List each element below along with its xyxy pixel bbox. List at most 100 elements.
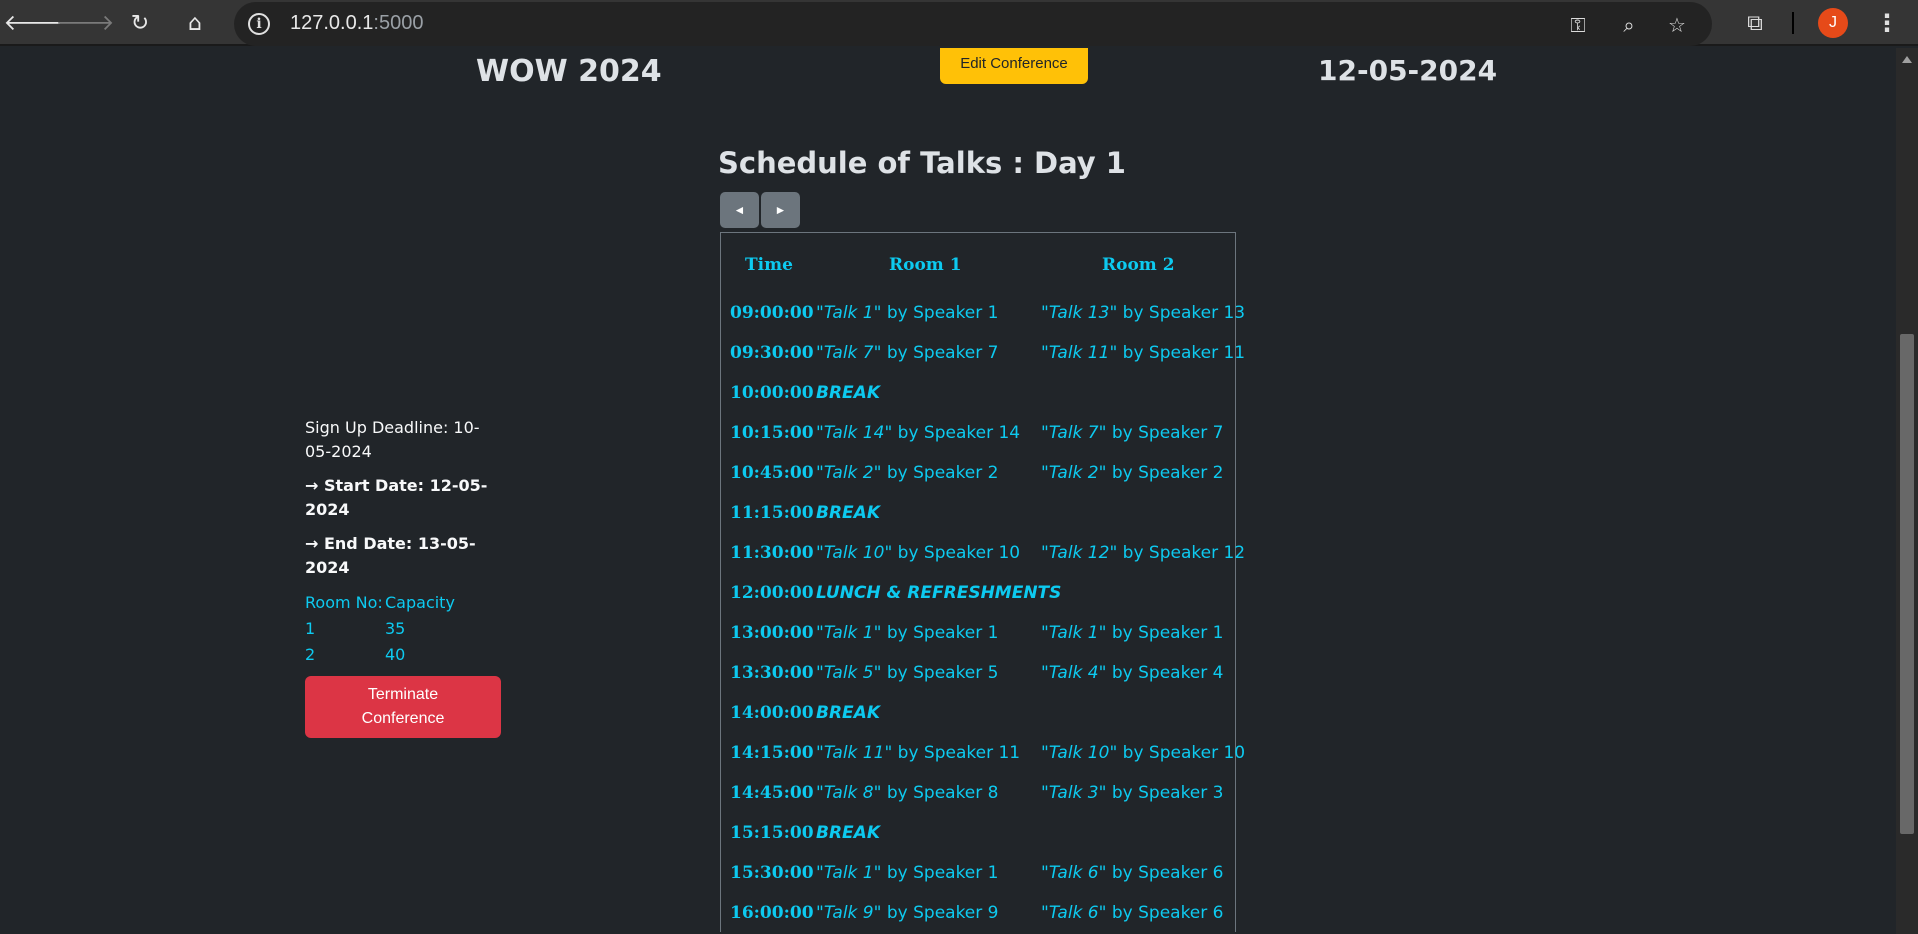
- page-content: WOW 2024 Edit Conference 12-05-2024 Sche…: [0, 48, 1896, 934]
- scroll-up-arrow-icon[interactable]: [1902, 56, 1912, 63]
- talk-title[interactable]: "Talk 1": [1041, 623, 1106, 643]
- time-cell: 15:15:00: [730, 823, 814, 843]
- speaker-name: by Speaker 2: [1106, 463, 1224, 483]
- next-day-button[interactable]: ►: [761, 192, 800, 228]
- reload-icon[interactable]: ↻: [123, 6, 157, 40]
- edit-conference-button[interactable]: Edit Conference: [940, 48, 1088, 84]
- talk-title[interactable]: "Talk 1": [816, 303, 881, 323]
- speaker-name: by Speaker 1: [1106, 623, 1224, 643]
- time-cell: 13:00:00: [730, 623, 814, 643]
- site-info-icon[interactable]: i: [248, 13, 270, 35]
- speaker-name: by Speaker 5: [881, 663, 999, 683]
- room-1-cell: "Talk 9" by Speaker 9: [816, 903, 998, 923]
- speaker-name: by Speaker 1: [881, 863, 999, 883]
- talk-title[interactable]: "Talk 11": [1041, 343, 1117, 363]
- talk-title[interactable]: "Talk 4": [1041, 663, 1106, 683]
- password-key-icon[interactable]: ⚿: [1563, 10, 1593, 40]
- room-1-cell: "Talk 1" by Speaker 1: [816, 863, 998, 883]
- conference-name: WOW 2024: [476, 54, 662, 89]
- table-row: 11:30:00 "Talk 10" by Speaker 10 "Talk 12"…: [721, 535, 1245, 575]
- talk-title[interactable]: "Talk 8": [816, 783, 881, 803]
- prev-day-button[interactable]: ◄: [720, 192, 759, 228]
- table-row: 10:45:00 "Talk 2" by Speaker 2 "Talk 2" by…: [721, 455, 1235, 495]
- schedule-table: Time Room 1 Room 2 09:00:00 "Talk 1" by S…: [720, 232, 1245, 932]
- start-date: → Start Date: 12-05-2024: [305, 476, 488, 519]
- break-cell: LUNCH & REFRESHMENTS: [816, 583, 1062, 603]
- home-icon[interactable]: ⌂: [178, 6, 212, 40]
- menu-icon[interactable]: ⋮: [1872, 6, 1902, 40]
- talk-title[interactable]: "Talk 1": [816, 863, 881, 883]
- speaker-name: by Speaker 11: [1117, 343, 1246, 363]
- avatar[interactable]: J: [1818, 8, 1848, 38]
- talk-title[interactable]: "Talk 2": [1041, 463, 1106, 483]
- time-cell: 14:00:00: [730, 703, 814, 723]
- time-cell: 14:15:00: [730, 743, 814, 763]
- room-capacity-table: Room No: Capacity 1 35 2 40: [305, 590, 505, 668]
- speaker-name: by Speaker 6: [1106, 903, 1224, 923]
- room-1-cell: "Talk 14" by Speaker 14: [816, 423, 1020, 443]
- forward-icon[interactable]: 🡒: [56, 6, 115, 40]
- speaker-name: by Speaker 3: [1106, 783, 1224, 803]
- talk-title[interactable]: "Talk 10": [1041, 743, 1117, 763]
- speaker-name: by Speaker 10: [1117, 743, 1246, 763]
- talk-title[interactable]: "Talk 3": [1041, 783, 1106, 803]
- terminate-conference-button[interactable]: Terminate Conference: [305, 676, 501, 738]
- table-row: 09:00:00 "Talk 1" by Speaker 1 "Talk 13" b…: [721, 295, 1245, 335]
- room-2-cell: "Talk 1" by Speaker 1: [1041, 623, 1223, 643]
- talk-title[interactable]: "Talk 7": [1041, 423, 1106, 443]
- column-header-room-1: Room 1: [889, 255, 962, 275]
- room-1-cell: "Talk 11" by Speaker 11: [816, 743, 1020, 763]
- talk-title[interactable]: "Talk 2": [816, 463, 881, 483]
- room-number: 1: [305, 619, 316, 638]
- table-row: 09:30:00 "Talk 7" by Speaker 7 "Talk 11" b…: [721, 335, 1245, 375]
- speaker-name: by Speaker 1: [881, 623, 999, 643]
- time-cell: 14:45:00: [730, 783, 814, 803]
- address-bar[interactable]: i 127.0.0.1:5000 ⚿ ⌕ ☆: [234, 2, 1712, 46]
- bookmark-star-icon[interactable]: ☆: [1662, 10, 1692, 40]
- talk-title[interactable]: "Talk 6": [1041, 863, 1106, 883]
- table-row: 13:00:00 "Talk 1" by Speaker 1 "Talk 1" by…: [721, 615, 1235, 655]
- scroll-thumb[interactable]: [1900, 334, 1914, 834]
- talk-title[interactable]: "Talk 11": [816, 743, 892, 763]
- room-2-cell: "Talk 4" by Speaker 4: [1041, 663, 1223, 683]
- speaker-name: by Speaker 7: [881, 343, 999, 363]
- time-cell: 10:15:00: [730, 423, 814, 443]
- table-row: 10:15:00 "Talk 14" by Speaker 14 "Talk 7" …: [721, 415, 1235, 455]
- column-header-room-2: Room 2: [1102, 255, 1175, 275]
- page-scrollbar[interactable]: [1896, 48, 1918, 934]
- back-icon[interactable]: 🡐: [4, 6, 63, 40]
- table-row: 15:30:00 "Talk 1" by Speaker 1 "Talk 6" by…: [721, 855, 1235, 895]
- talk-title[interactable]: "Talk 6": [1041, 903, 1106, 923]
- url-host: 127.0.0.1: [290, 12, 374, 34]
- talk-title[interactable]: "Talk 14": [816, 423, 892, 443]
- table-row: 14:15:00 "Talk 11" by Speaker 11 "Talk 10"…: [721, 735, 1245, 775]
- talk-title[interactable]: "Talk 13": [1041, 303, 1117, 323]
- speaker-name: by Speaker 12: [1117, 543, 1246, 563]
- room-2-cell: "Talk 6" by Speaker 6: [1041, 863, 1223, 883]
- room-1-cell: "Talk 10" by Speaker 10: [816, 543, 1020, 563]
- time-cell: 13:30:00: [730, 663, 814, 683]
- room-1-cell: "Talk 2" by Speaker 2: [816, 463, 998, 483]
- talk-title[interactable]: "Talk 1": [816, 623, 881, 643]
- talk-title[interactable]: "Talk 10": [816, 543, 892, 563]
- talk-title[interactable]: "Talk 12": [1041, 543, 1117, 563]
- signup-deadline: Sign Up Deadline: 10-05-2024: [305, 418, 480, 461]
- talk-title[interactable]: "Talk 9": [816, 903, 881, 923]
- room-number: 2: [305, 645, 316, 664]
- speaker-name: by Speaker 6: [1106, 863, 1224, 883]
- table-row: 13:30:00 "Talk 5" by Speaker 5 "Talk 4" by…: [721, 655, 1235, 695]
- url-port: :5000: [373, 12, 424, 34]
- break-cell: BREAK: [816, 383, 880, 403]
- room-2-cell: "Talk 6" by Speaker 6: [1041, 903, 1223, 923]
- column-header-time: Time: [745, 255, 793, 275]
- talk-title[interactable]: "Talk 7": [816, 343, 881, 363]
- room-capacity: 40: [385, 645, 406, 664]
- talk-title[interactable]: "Talk 5": [816, 663, 881, 683]
- room-2-cell: "Talk 10" by Speaker 10: [1041, 743, 1245, 763]
- room-1-cell: "Talk 8" by Speaker 8: [816, 783, 998, 803]
- zoom-icon[interactable]: ⌕: [1614, 10, 1644, 40]
- url-text[interactable]: 127.0.0.1:5000: [290, 12, 423, 35]
- speaker-name: by Speaker 9: [881, 903, 999, 923]
- speaker-name: by Speaker 14: [892, 423, 1021, 443]
- extensions-icon[interactable]: ⧉: [1740, 8, 1770, 38]
